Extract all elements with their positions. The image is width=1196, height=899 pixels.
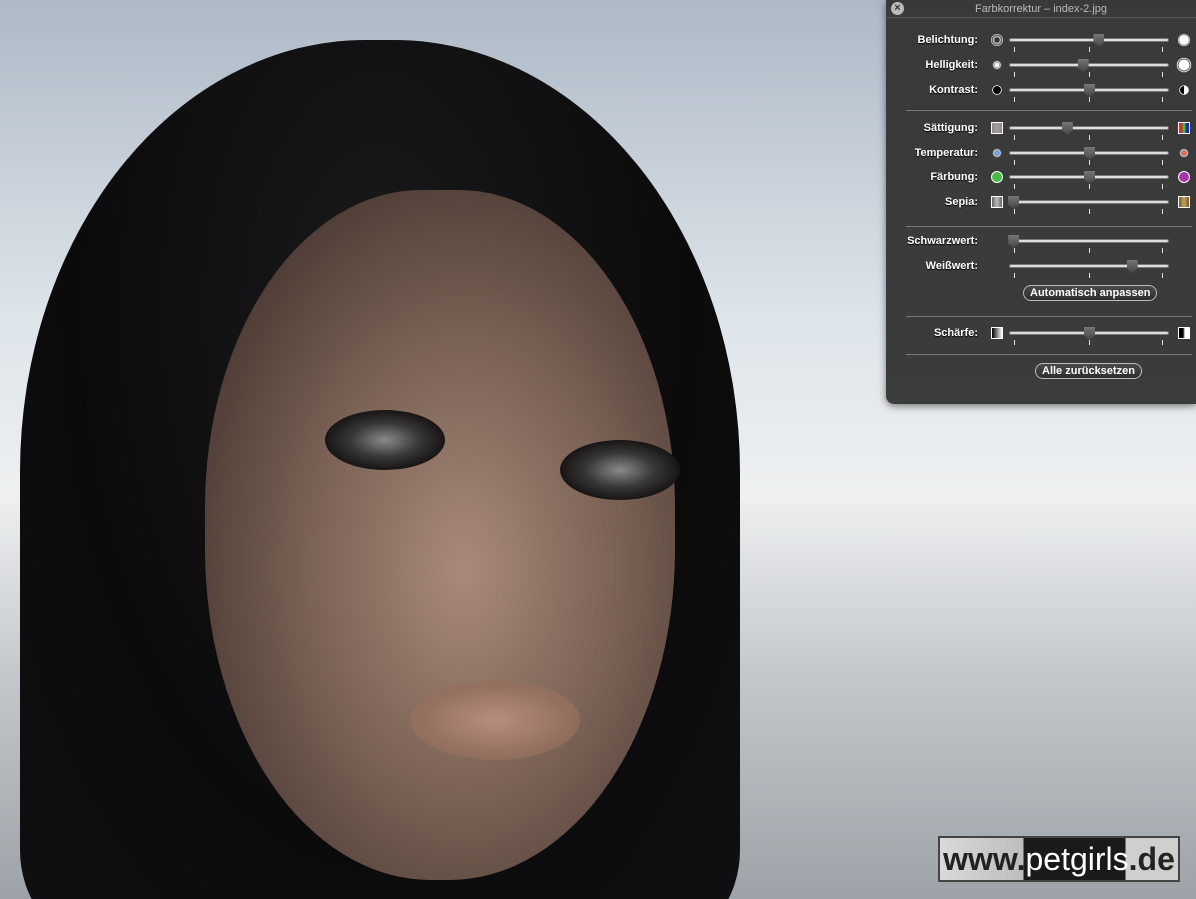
window-title: Farbkorrektur – index-2.jpg xyxy=(974,3,1108,15)
divider xyxy=(906,316,1192,317)
sepia-swatch-icon[interactable] xyxy=(1178,196,1190,208)
title-bar[interactable]: × Farbkorrektur – index-2.jpg xyxy=(886,0,1196,18)
slider-thumb[interactable] xyxy=(1008,235,1020,248)
left-eye xyxy=(325,410,445,470)
aperture-closed-icon[interactable] xyxy=(991,34,1003,46)
slider-thumb[interactable] xyxy=(1084,147,1095,160)
auto-adjust-button[interactable]: Automatisch anpassen xyxy=(1023,285,1158,301)
face xyxy=(205,190,675,880)
close-icon[interactable]: × xyxy=(891,2,904,15)
slider-track[interactable] xyxy=(1009,327,1169,340)
slider-label: Kontrast: xyxy=(929,84,978,96)
slider-ticks xyxy=(1009,248,1169,254)
slider-row: Schärfe: xyxy=(886,326,1196,345)
sun-cool-icon[interactable] xyxy=(991,147,1003,159)
slider-label: Helligkeit: xyxy=(925,59,978,71)
sun-small-icon[interactable] xyxy=(991,59,1003,71)
gray-swatch-icon[interactable] xyxy=(991,196,1003,208)
slider-thumb[interactable] xyxy=(1008,196,1020,209)
slider-row: Weißwert: xyxy=(886,259,1196,278)
slider-thumb[interactable] xyxy=(1084,327,1095,340)
slider-row: Kontrast: xyxy=(886,83,1196,102)
saturation-high-icon[interactable] xyxy=(1178,122,1190,134)
slider-ticks xyxy=(1009,135,1169,141)
slider-label: Sättigung: xyxy=(923,122,978,134)
slider-row: Helligkeit: xyxy=(886,57,1196,77)
divider xyxy=(906,354,1192,355)
color-correction-panel: × Farbkorrektur – index-2.jpg Belichtung… xyxy=(886,0,1196,404)
slider-track[interactable] xyxy=(1009,260,1169,273)
slider-ticks xyxy=(1009,47,1169,53)
watermark-brand: petgirls xyxy=(1025,840,1129,877)
slider-ticks xyxy=(1009,184,1169,190)
slider-label: Schärfe: xyxy=(933,327,978,339)
sun-warm-icon[interactable] xyxy=(1178,147,1190,159)
circle-black-icon[interactable] xyxy=(992,85,1002,95)
slider-row: Sättigung: xyxy=(886,121,1196,140)
slider-track[interactable] xyxy=(1009,84,1169,97)
slider-label: Weißwert: xyxy=(925,260,978,272)
sharpness-high-icon[interactable] xyxy=(1178,327,1190,339)
green-circle-icon[interactable] xyxy=(991,171,1003,183)
divider xyxy=(906,226,1192,227)
reset-all-button[interactable]: Alle zurücksetzen xyxy=(1035,363,1142,379)
slider-thumb[interactable] xyxy=(1093,34,1105,47)
slider-track[interactable] xyxy=(1009,147,1169,160)
slider-ticks xyxy=(1009,273,1169,279)
sun-large-icon[interactable] xyxy=(1176,57,1192,73)
slider-label: Sepia: xyxy=(944,196,978,208)
slider-row: Schwarzwert: xyxy=(886,234,1196,253)
slider-label: Belichtung: xyxy=(917,34,979,46)
sharpness-low-icon[interactable] xyxy=(991,327,1003,339)
slider-track[interactable] xyxy=(1008,196,1169,209)
slider-ticks xyxy=(1009,97,1169,103)
slider-thumb[interactable] xyxy=(1077,59,1089,72)
slider-label: Schwarzwert: xyxy=(907,235,978,247)
slider-track[interactable] xyxy=(1009,122,1169,135)
aperture-open-icon[interactable] xyxy=(1178,34,1190,46)
watermark-suffix: .de xyxy=(1128,840,1175,877)
circle-half-icon[interactable] xyxy=(1179,85,1189,95)
right-eye xyxy=(560,440,680,500)
saturation-low-icon[interactable] xyxy=(991,122,1003,134)
slider-track[interactable] xyxy=(1008,235,1169,248)
slider-row: Temperatur: xyxy=(886,146,1196,165)
slider-ticks xyxy=(1009,340,1169,346)
slider-ticks xyxy=(1009,160,1169,166)
divider xyxy=(906,110,1192,111)
slider-thumb[interactable] xyxy=(1084,171,1095,184)
watermark-prefix: www. xyxy=(943,840,1026,877)
slider-track[interactable] xyxy=(1009,34,1169,47)
slider-ticks xyxy=(1009,72,1169,78)
slider-row: Belichtung: xyxy=(886,33,1196,52)
slider-thumb[interactable] xyxy=(1126,260,1138,273)
slider-thumb[interactable] xyxy=(1084,84,1095,97)
slider-track[interactable] xyxy=(1009,171,1169,184)
slider-label: Temperatur: xyxy=(914,147,978,159)
magenta-circle-icon[interactable] xyxy=(1178,171,1190,183)
slider-row: Sepia: xyxy=(886,195,1196,214)
slider-track[interactable] xyxy=(1009,59,1169,72)
slider-ticks xyxy=(1009,209,1169,215)
slider-row: Färbung: xyxy=(886,170,1196,189)
watermark-logo: www. petgirls .de xyxy=(938,836,1180,882)
slider-thumb[interactable] xyxy=(1061,122,1073,135)
lips xyxy=(410,680,580,760)
slider-label: Färbung: xyxy=(930,171,978,183)
